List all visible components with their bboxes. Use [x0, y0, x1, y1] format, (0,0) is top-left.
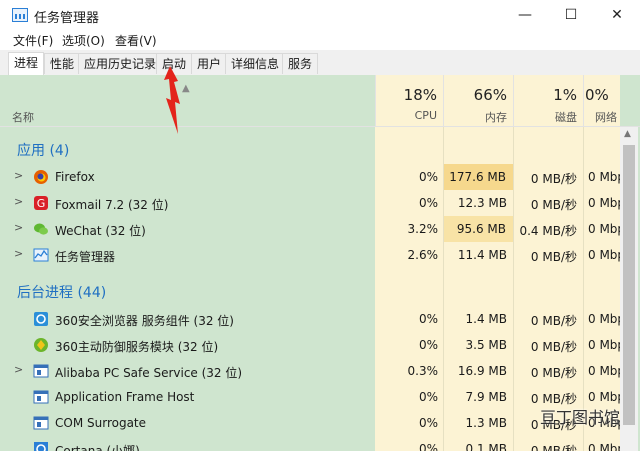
process-name: Foxmail 7.2 (32 位) — [55, 198, 169, 212]
expand-chevron-icon[interactable]: > — [14, 169, 23, 182]
annotation-arrow — [164, 66, 180, 134]
memory-value: 11.4 MB — [457, 248, 507, 262]
wechat-icon — [34, 223, 48, 235]
menu-view[interactable]: 查看(V) — [115, 32, 157, 49]
process-row[interactable]: > G Foxmail 7.2 (32 位) 0% 12.3 MB 0 MB/秒… — [0, 190, 631, 216]
network-total: 0% — [585, 86, 609, 104]
360-defense-icon — [34, 338, 48, 352]
process-row[interactable]: > Firefox 0% 177.6 MB 0 MB/秒 0 Mbps — [0, 164, 631, 190]
memory-value: 16.9 MB — [457, 364, 507, 378]
expand-chevron-icon[interactable]: > — [14, 363, 23, 376]
minimize-button[interactable]: — — [502, 0, 548, 30]
cpu-value: 0% — [418, 196, 438, 210]
process-row[interactable]: > WeChat (32 位) 3.2% 95.6 MB 0.4 MB/秒 0 … — [0, 216, 631, 242]
com-surrogate-icon — [33, 416, 49, 430]
maximize-button[interactable]: ☐ — [548, 0, 594, 30]
cpu-total: 18% — [403, 86, 437, 104]
column-header-memory[interactable]: 内存 — [445, 109, 507, 125]
cpu-value: 2.6% — [407, 248, 439, 262]
column-header-name[interactable]: 名称 — [12, 109, 34, 125]
disk-value: 0 MB/秒 — [530, 172, 577, 186]
tab-details[interactable]: 详细信息 — [225, 53, 286, 74]
disk-total: 1% — [553, 86, 577, 104]
disk-value: 0 MB/秒 — [530, 198, 577, 212]
process-name: Alibaba PC Safe Service (32 位) — [55, 366, 243, 380]
memory-value-text: 95.6 MB — [456, 222, 506, 236]
svg-text:G: G — [37, 197, 46, 210]
disk-value: 0 MB/秒 — [530, 444, 577, 451]
memory-value-text: 177.6 MB — [449, 170, 506, 184]
column-header-disk[interactable]: 磁盘 — [515, 109, 577, 125]
window-title: 任务管理器 — [34, 11, 100, 26]
task-manager-icon — [12, 8, 28, 22]
process-row[interactable]: > 任务管理器 2.6% 11.4 MB 0 MB/秒 0 Mbps — [0, 242, 631, 268]
column-header-network[interactable]: 网络 — [595, 109, 635, 125]
process-list: ▲ 名称 18% CPU 66% 内存 1% 磁盘 0% 网络 应用 (4) >… — [0, 75, 640, 451]
tab-services[interactable]: 服务 — [282, 53, 319, 74]
task-manager-icon — [33, 248, 49, 262]
disk-value: 0 MB/秒 — [530, 340, 577, 354]
memory-value: 7.9 MB — [465, 390, 507, 404]
column-header-cpu[interactable]: CPU — [377, 109, 437, 122]
process-name: Application Frame Host — [55, 390, 195, 404]
process-name: 360安全浏览器 服务组件 (32 位) — [55, 314, 234, 328]
group-apps: 应用 (4) — [17, 143, 70, 159]
tab-performance[interactable]: 性能 — [44, 53, 81, 74]
menu-options[interactable]: 选项(O) — [62, 32, 105, 49]
process-name: COM Surrogate — [55, 416, 147, 430]
frame-host-icon — [33, 390, 49, 404]
cortana-icon — [34, 442, 48, 451]
memory-value: 1.4 MB — [465, 312, 507, 326]
cpu-value: 0% — [418, 338, 438, 352]
process-name: 360主动防御服务模块 (32 位) — [55, 340, 219, 354]
process-row[interactable]: Cortana (小娜) 0% 0.1 MB 0 MB/秒 0 Mbps — [0, 436, 631, 451]
cpu-value: 0% — [418, 390, 438, 404]
disk-value: 0.4 MB/秒 — [519, 224, 577, 238]
menu-file[interactable]: 文件(F) — [13, 32, 53, 49]
process-name: Cortana (小娜) — [55, 444, 140, 451]
tab-processes[interactable]: 进程 — [8, 52, 45, 75]
group-background: 后台进程 (44) — [17, 285, 107, 301]
firefox-icon — [34, 170, 48, 184]
memory-value: 177.6 MB — [443, 164, 513, 190]
close-button[interactable]: ✕ — [594, 0, 640, 30]
process-name: 任务管理器 — [55, 250, 116, 264]
cpu-value: 0% — [418, 312, 438, 326]
memory-value: 3.5 MB — [465, 338, 507, 352]
memory-value: 1.3 MB — [465, 416, 507, 430]
memory-total: 66% — [473, 86, 507, 104]
process-row[interactable]: 360安全浏览器 服务组件 (32 位) 0% 1.4 MB 0 MB/秒 0 … — [0, 306, 631, 332]
scrollbar-thumb[interactable] — [623, 145, 635, 425]
menu-bar: 文件(F) 选项(O) 查看(V) — [0, 30, 640, 50]
tab-bar: 进程 性能 应用历史记录 启动 用户 详细信息 服务 — [0, 50, 640, 76]
cpu-value: 0% — [418, 170, 438, 184]
process-name: Firefox — [55, 170, 95, 184]
memory-value: 12.3 MB — [457, 196, 507, 210]
foxmail-icon: G — [34, 196, 48, 210]
process-row[interactable]: COM Surrogate 0% 1.3 MB 0 MB/秒 0 Mbps — [0, 410, 631, 436]
disk-value: 0 MB/秒 — [530, 250, 577, 264]
process-row[interactable]: > Alibaba PC Safe Service (32 位) 0.3% 16… — [0, 358, 631, 384]
disk-value: 0 MB/秒 — [530, 366, 577, 380]
expand-chevron-icon[interactable]: > — [14, 221, 23, 234]
cpu-value: 0% — [418, 416, 438, 430]
disk-value: 0 MB/秒 — [530, 314, 577, 328]
service-icon — [33, 364, 49, 378]
vertical-scrollbar[interactable]: ▲ — [620, 127, 638, 451]
memory-value: 95.6 MB — [443, 216, 513, 242]
scroll-up-icon[interactable]: ▲ — [624, 129, 631, 139]
360-browser-icon — [34, 312, 48, 326]
process-row[interactable]: 360主动防御服务模块 (32 位) 0% 3.5 MB 0 MB/秒 0 Mb… — [0, 332, 631, 358]
cpu-value: 0.3% — [407, 364, 439, 378]
process-name: WeChat (32 位) — [55, 224, 146, 238]
expand-chevron-icon[interactable]: > — [14, 195, 23, 208]
process-row[interactable]: Application Frame Host 0% 7.9 MB 0 MB/秒 … — [0, 384, 631, 410]
expand-chevron-icon[interactable]: > — [14, 247, 23, 260]
cpu-value: 0% — [418, 442, 438, 451]
title-bar: 任务管理器 — ☐ ✕ — [0, 0, 640, 30]
cpu-value: 3.2% — [407, 222, 439, 236]
memory-value: 0.1 MB — [465, 442, 507, 451]
watermark: 亘丁图书馆 — [540, 408, 621, 427]
